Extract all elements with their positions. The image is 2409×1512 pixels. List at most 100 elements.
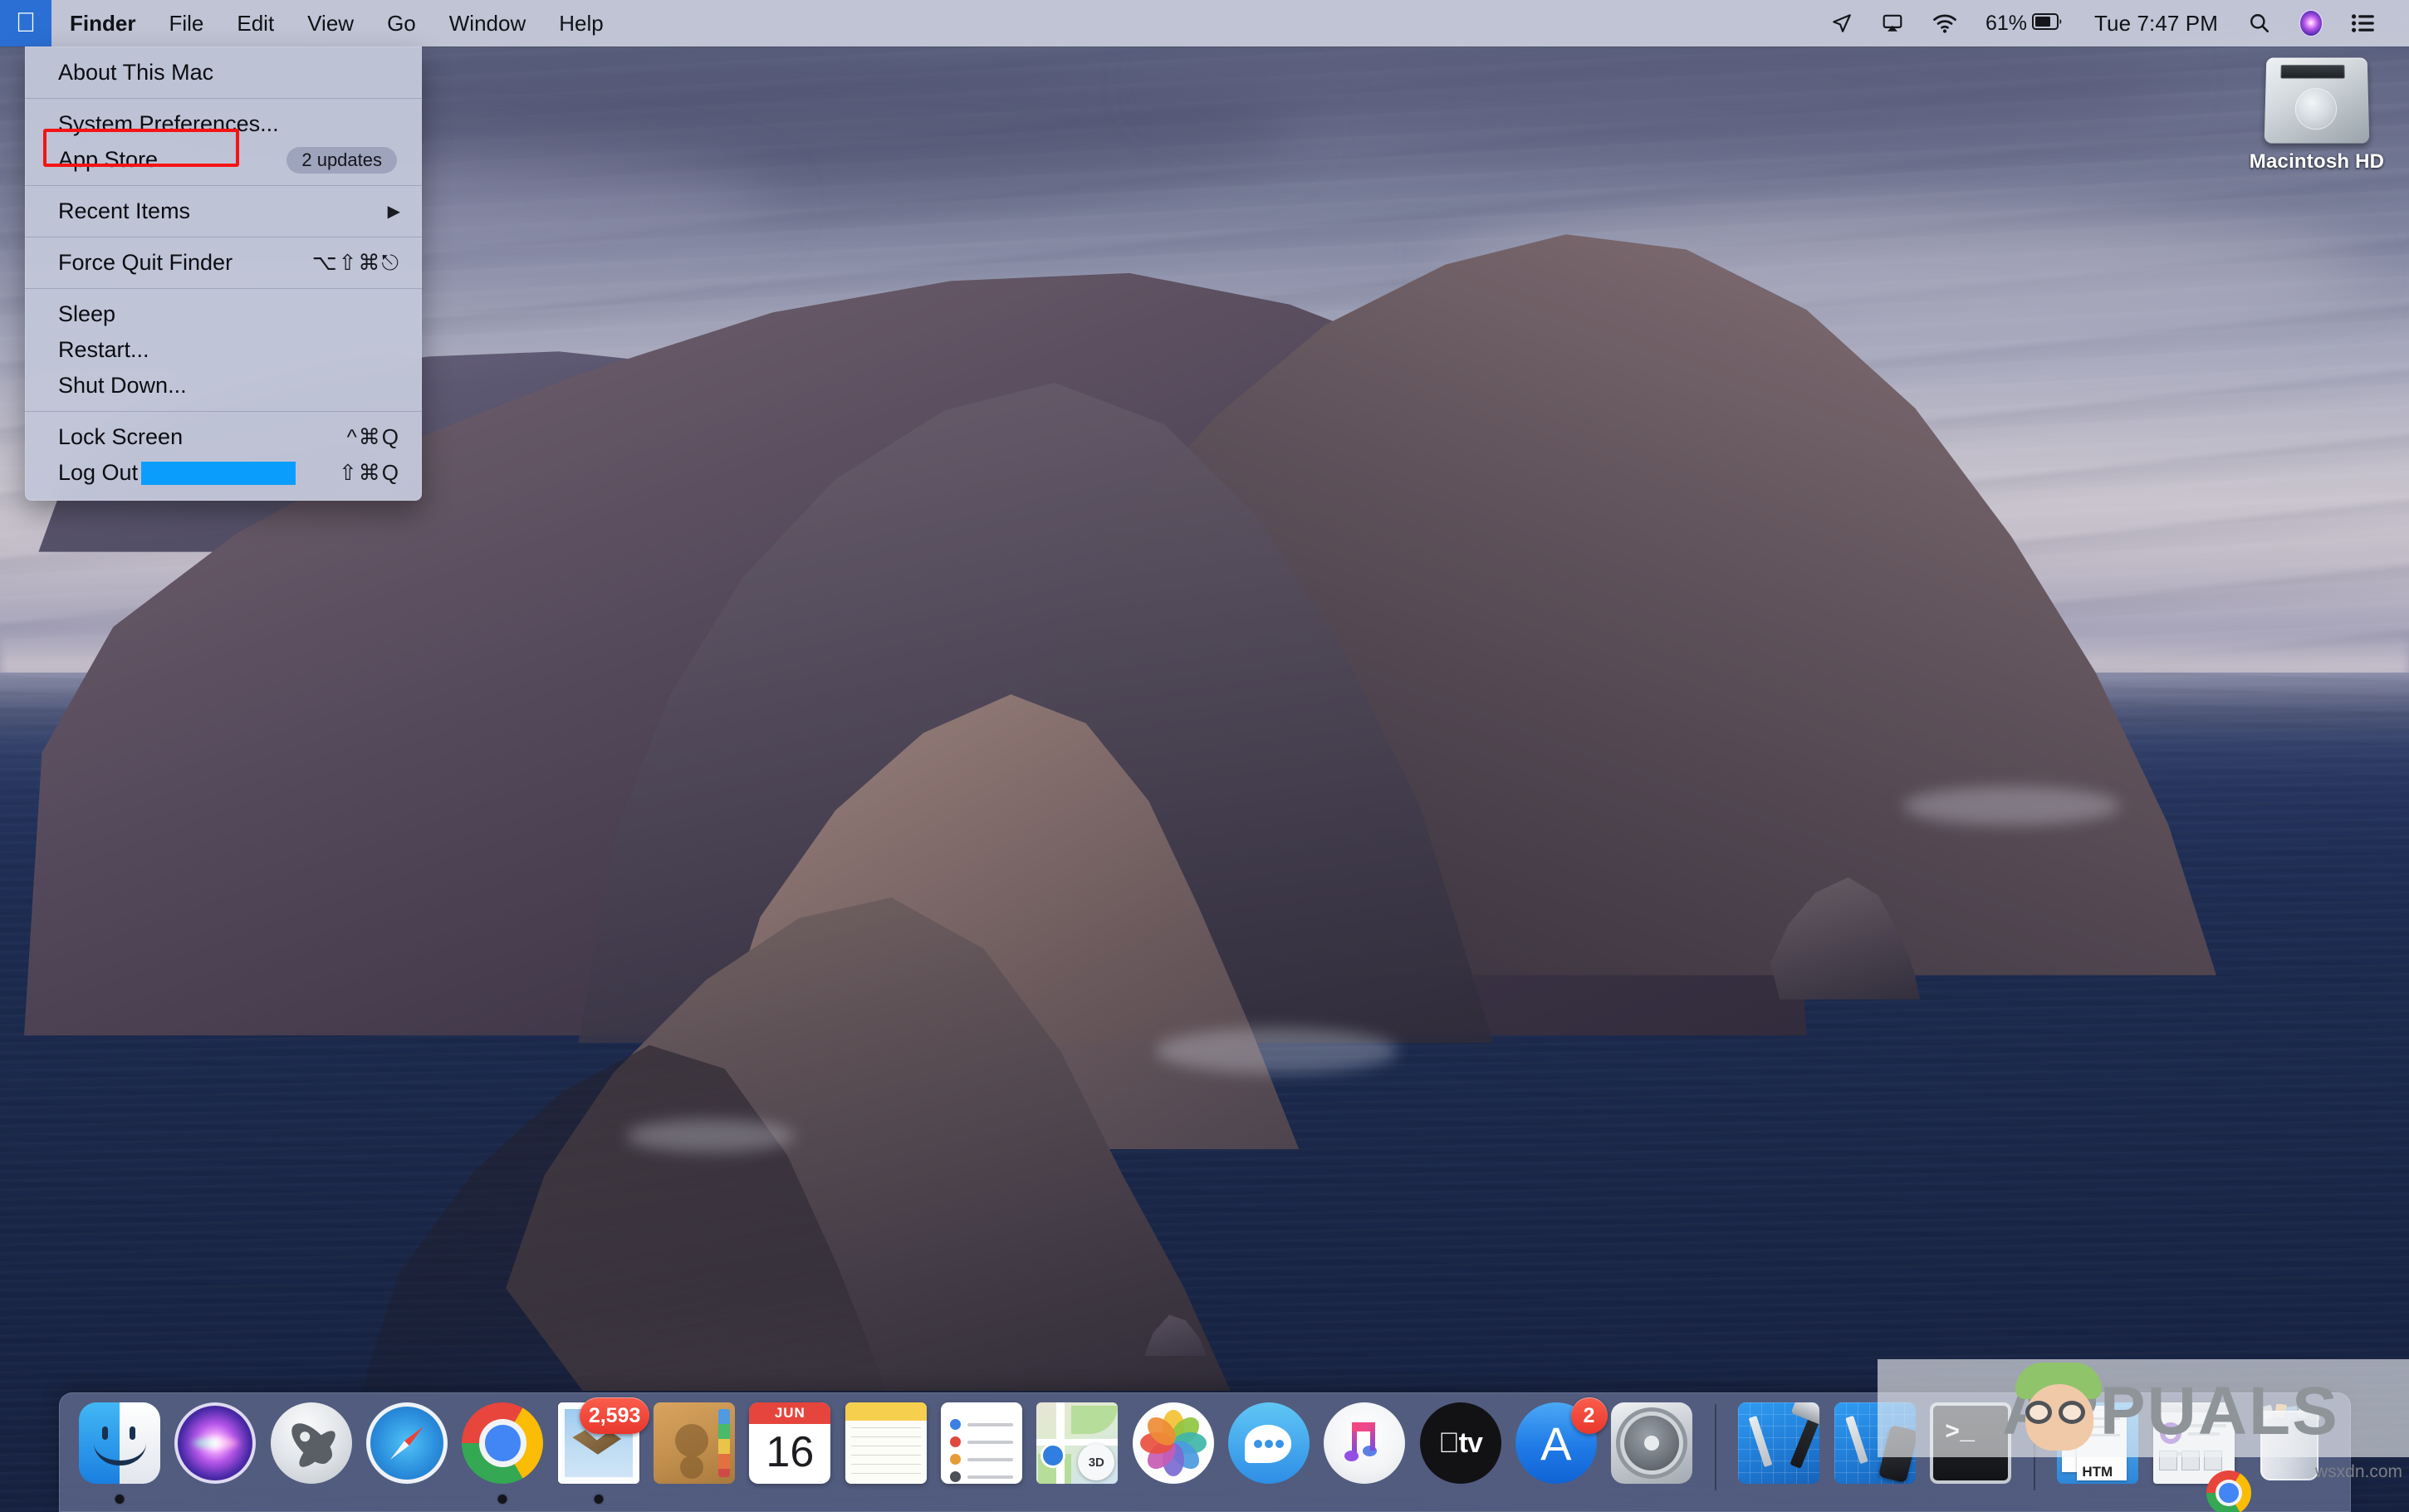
running-indicator <box>115 1495 125 1504</box>
menu-item-shortcut: ⇧⌘Q <box>338 460 400 485</box>
calendar-day-label: 16 <box>766 1428 815 1476</box>
dock: 2,593 JUN 16 3D tv A 2 >_ HTM <box>58 1392 2351 1512</box>
menu-bar-status-area: 61% Tue 7:47 PM <box>1817 0 2409 46</box>
dock-item-chrome[interactable] <box>457 1399 549 1509</box>
redacted-username <box>141 461 296 485</box>
menu-bar-left:  Finder File Edit View Go Window Help <box>0 0 620 46</box>
battery-percent-label: 61% <box>1985 11 2027 35</box>
dock-item-photos[interactable] <box>1127 1399 1219 1509</box>
desktop-icon-macintosh-hd[interactable]: Macintosh HD <box>2242 46 2392 204</box>
apple-menu-button[interactable]:  <box>0 0 51 46</box>
dock-item-window-thumbnail[interactable] <box>2147 1399 2252 1512</box>
mail-unread-badge: 2,593 <box>579 1397 650 1434</box>
gear-icon <box>1611 1402 1693 1484</box>
dock-item-documents-stack[interactable]: HTM <box>2052 1399 2144 1509</box>
menu-item-lock-screen[interactable]: Lock Screen ^⌘Q <box>25 419 422 455</box>
chrome-icon <box>2206 1470 2252 1512</box>
dock-item-app-store[interactable]: A 2 <box>1510 1397 1608 1509</box>
menu-separator <box>25 288 422 289</box>
search-icon[interactable] <box>2235 0 2284 46</box>
dock-item-reminders[interactable] <box>935 1399 1027 1509</box>
menu-item-label: Force Quit Finder <box>58 250 233 275</box>
maps-3d-label: 3D <box>1078 1444 1115 1480</box>
dock-item-system-preferences[interactable] <box>1606 1399 1698 1509</box>
battery-icon <box>2032 11 2064 37</box>
menu-item-log-out[interactable]: Log Out ⇧⌘Q <box>25 455 422 491</box>
menu-separator <box>25 98 422 99</box>
xcode-icon <box>1738 1402 1820 1484</box>
updates-badge: 2 updates <box>286 146 397 174</box>
menu-item-recent-items[interactable]: Recent Items ▶ <box>25 193 422 229</box>
dock-item-terminal[interactable]: >_ <box>1924 1399 2016 1509</box>
menu-bar-item-window[interactable]: Window <box>433 0 542 46</box>
menu-item-system-preferences[interactable]: System Preferences... <box>25 106 422 142</box>
dock-item-contacts[interactable] <box>648 1399 740 1509</box>
menu-item-sleep[interactable]: Sleep <box>25 296 422 332</box>
location-arrow-icon[interactable] <box>1817 0 1867 46</box>
dock-item-finder[interactable] <box>74 1399 166 1509</box>
menu-bar-clock[interactable]: Tue 7:47 PM <box>2078 11 2235 37</box>
menu-item-label: Recent Items <box>58 198 191 223</box>
menu-bar-item-view[interactable]: View <box>291 0 370 46</box>
wifi-icon[interactable] <box>1918 0 1971 46</box>
menu-item-label: Lock Screen <box>58 424 184 449</box>
finder-icon <box>79 1402 161 1484</box>
running-indicator <box>594 1495 604 1504</box>
menu-item-force-quit-finder[interactable]: Force Quit Finder ⌥⇧⌘⎋ <box>25 245 422 281</box>
surf-foam <box>1156 1028 1398 1074</box>
hard-drive-icon <box>2264 57 2370 144</box>
menu-item-label: System Preferences... <box>58 111 279 136</box>
menu-item-app-store[interactable]: App Store... 2 updates <box>25 142 422 178</box>
dock-item-mail[interactable]: 2,593 <box>552 1397 650 1509</box>
menu-bar-item-go[interactable]: Go <box>370 0 433 46</box>
menu-bar-item-help[interactable]: Help <box>542 0 619 46</box>
messages-icon <box>1227 1402 1310 1484</box>
airplay-icon[interactable] <box>1867 0 1918 46</box>
macos-desktop-screen: Macintosh HD  Finder File Edit View Go … <box>0 0 2409 1512</box>
dock-item-notes[interactable] <box>840 1399 932 1509</box>
trash-icon <box>2249 1402 2330 1484</box>
chevron-right-icon: ▶ <box>387 203 400 221</box>
music-icon <box>1324 1402 1406 1484</box>
dock-item-messages[interactable] <box>1222 1399 1315 1509</box>
documents-stack-icon: HTM <box>2057 1402 2139 1484</box>
apple-menu-dropdown: About This Mac System Preferences... App… <box>25 46 422 501</box>
menu-item-shut-down[interactable]: Shut Down... <box>25 368 422 404</box>
contacts-icon <box>654 1402 736 1484</box>
chrome-icon <box>462 1402 544 1484</box>
menu-bar-item-file[interactable]: File <box>152 0 220 46</box>
siri-icon[interactable] <box>2284 0 2338 46</box>
photos-icon <box>1132 1402 1214 1484</box>
dock-item-trash[interactable] <box>2243 1399 2335 1509</box>
notification-center-icon[interactable] <box>2338 0 2389 46</box>
dock-item-siri[interactable] <box>169 1399 262 1509</box>
battery-status[interactable]: 61% <box>1971 0 2078 46</box>
desktop-icon-label: Macintosh HD <box>2249 150 2385 173</box>
menu-item-label: Sleep <box>58 301 116 326</box>
running-indicator <box>497 1495 507 1504</box>
dock-item-maps[interactable]: 3D <box>1031 1399 1124 1509</box>
menu-item-shortcut: ^⌘Q <box>346 424 400 449</box>
menu-bar-item-edit[interactable]: Edit <box>220 0 291 46</box>
menu-bar-item-finder[interactable]: Finder <box>51 0 152 46</box>
dock-item-music[interactable] <box>1319 1399 1411 1509</box>
dock-item-safari[interactable] <box>360 1399 453 1509</box>
dock-item-xcode[interactable] <box>1733 1399 1825 1509</box>
dock-item-calendar[interactable]: JUN 16 <box>744 1399 836 1509</box>
app-store-update-badge: 2 <box>1570 1397 1608 1434</box>
menu-item-restart[interactable]: Restart... <box>25 332 422 368</box>
dock-items: 2,593 JUN 16 3D tv A 2 >_ HTM <box>74 1397 2336 1512</box>
apple-tv-icon: tv <box>1419 1402 1501 1484</box>
menu-item-label: Log Out <box>58 460 139 485</box>
terminal-prompt-label: >_ <box>1945 1419 1976 1447</box>
menu-item-about-this-mac[interactable]: About This Mac <box>25 55 422 91</box>
calendar-icon: JUN 16 <box>749 1402 831 1484</box>
maps-icon: 3D <box>1036 1402 1119 1484</box>
launchpad-icon <box>270 1402 352 1484</box>
menu-item-label: App Store... <box>58 147 177 172</box>
dock-item-launchpad[interactable] <box>265 1399 357 1509</box>
menu-separator <box>25 411 422 412</box>
dock-item-tv[interactable]: tv <box>1414 1399 1506 1509</box>
dock-item-simulator[interactable] <box>1829 1399 1921 1509</box>
surf-foam <box>626 1118 796 1152</box>
